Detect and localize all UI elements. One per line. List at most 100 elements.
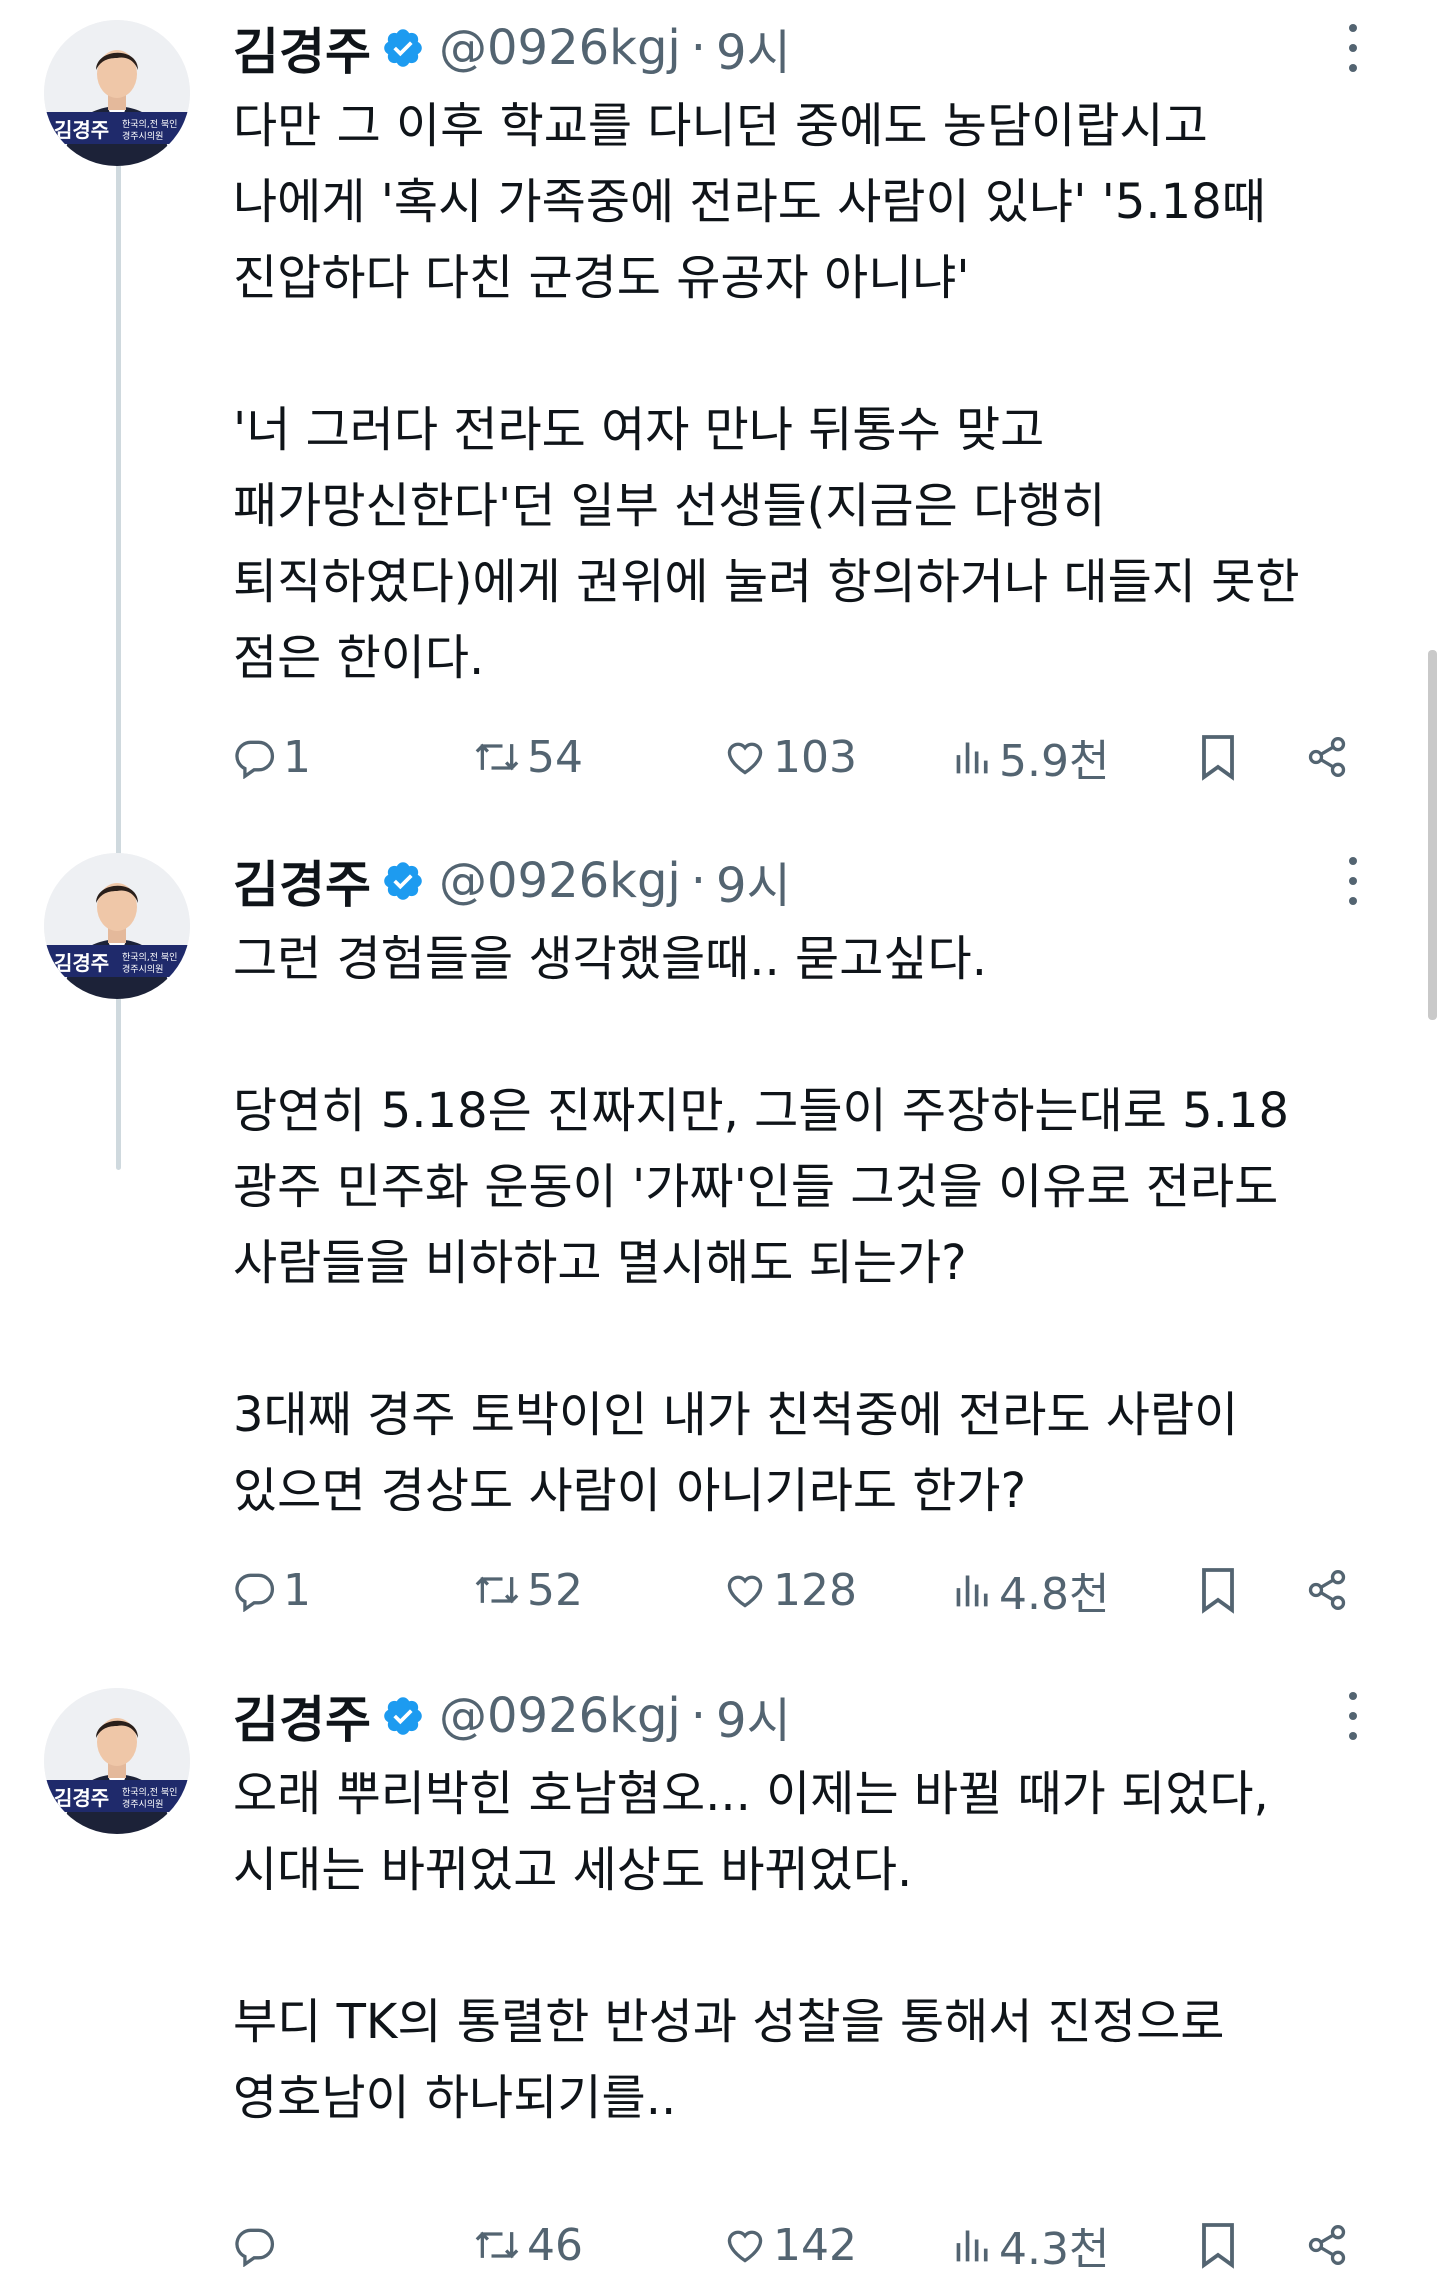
like-icon xyxy=(727,2230,763,2263)
avatar[interactable]: 김경주 한국의,전 북인 경주시의원 xyxy=(44,20,190,166)
tweet-text-line: 그런 경험들을 생각했을때.. 묻고싶다. xyxy=(233,931,987,987)
profile-photo xyxy=(44,1688,190,1834)
views-icon xyxy=(956,2230,988,2262)
likes-count: 142 xyxy=(773,2219,857,2271)
avatar-badge-name: 김경주 xyxy=(54,118,110,142)
share-button[interactable] xyxy=(1305,727,1349,787)
bookmark-button[interactable] xyxy=(1198,727,1238,787)
tweet-header: 김경주 @0926kgj · 9시 xyxy=(233,845,791,917)
views-button[interactable]: 4.3천 xyxy=(953,2215,1109,2275)
tweet-text-line: 영호남이 하나되기를.. xyxy=(233,2070,677,2126)
avatar-badge-sub: 경주시의원 xyxy=(122,132,164,142)
scrollbar[interactable] xyxy=(1428,650,1437,1020)
retweet-button[interactable]: 54 xyxy=(473,727,583,787)
profile-photo xyxy=(44,853,190,999)
replies-count: 1 xyxy=(283,1564,311,1616)
tweet-text-line: 당연히 5.18은 진짜지만, 그들이 주장하는대로 5.18 xyxy=(233,1083,1290,1139)
reply-button[interactable]: 1 xyxy=(233,1560,311,1620)
tweet-text-line: 점은 한이다. xyxy=(233,630,485,686)
views-icon xyxy=(956,1575,988,1607)
like-button[interactable]: 128 xyxy=(723,1560,857,1620)
avatar-badge-name: 김경주 xyxy=(54,951,110,975)
tweet-text: 다만 그 이후 학교를 다니던 중에도 농담이랍시고나에게 '혹시 가족중에 전… xyxy=(233,88,1393,696)
tweet-text: 그런 경험들을 생각했을때.. 묻고싶다. 당연히 5.18은 진짜지만, 그들이… xyxy=(233,921,1393,1529)
reply-icon xyxy=(235,740,275,779)
avatar[interactable]: 김경주 한국의,전 북인 경주시의원 xyxy=(44,853,190,999)
reply-icon xyxy=(235,2228,275,2267)
views-count: 4.3천 xyxy=(999,2224,1110,2275)
bookmark-icon xyxy=(1202,735,1234,781)
views-button[interactable]: 5.9천 xyxy=(953,727,1109,787)
retweet-button[interactable]: 46 xyxy=(473,2215,583,2275)
timestamp[interactable]: 9시 xyxy=(716,1681,791,1751)
tweet-text-line: 퇴직하였다)에게 권위에 눌려 항의하거나 대들지 못한 xyxy=(233,554,1300,610)
author-handle[interactable]: @0926kgj xyxy=(439,1688,681,1744)
timestamp[interactable]: 9시 xyxy=(716,846,791,916)
thread-connector-line xyxy=(116,160,121,1170)
retweet-icon xyxy=(475,743,519,771)
views-button[interactable]: 4.8천 xyxy=(953,1560,1109,1620)
separator-dot: · xyxy=(690,1688,707,1744)
views-count: 4.8천 xyxy=(999,1569,1110,1620)
separator-dot: · xyxy=(690,853,707,909)
like-button[interactable]: 103 xyxy=(723,727,857,787)
verified-badge-icon xyxy=(384,862,422,900)
author-handle[interactable]: @0926kgj xyxy=(439,853,681,909)
share-icon xyxy=(1308,1570,1346,1610)
tweet-actions: 1 52 128 4.8천 xyxy=(233,1560,1373,1620)
share-button[interactable] xyxy=(1305,2215,1349,2275)
likes-count: 103 xyxy=(773,731,857,783)
tweet-text-line: 나에게 '혹시 가족중에 전라도 사람이 있냐' '5.18때 xyxy=(233,174,1266,230)
verified-badge-icon xyxy=(384,29,422,67)
tweet-header: 김경주 @0926kgj · 9시 xyxy=(233,12,791,84)
share-icon xyxy=(1308,737,1346,777)
reply-button[interactable] xyxy=(233,2215,283,2275)
avatar-badge-sub: 경주시의원 xyxy=(122,1800,164,1810)
like-icon xyxy=(727,1575,763,1608)
tweet-text-line: 다만 그 이후 학교를 다니던 중에도 농담이랍시고 xyxy=(233,98,1208,154)
retweets-count: 52 xyxy=(527,1564,583,1616)
like-icon xyxy=(727,742,763,775)
author-name[interactable]: 김경주 xyxy=(233,845,371,917)
tweet-thread: 김경주 한국의,전 북인 경주시의원 김경주 @0926kgj · 9시 다만 그 … xyxy=(0,0,1439,2287)
bookmark-icon xyxy=(1202,2223,1234,2269)
retweet-icon xyxy=(475,1576,519,1604)
retweet-icon xyxy=(475,2231,519,2259)
bookmark-button[interactable] xyxy=(1198,1560,1238,1620)
tweet-actions: 1 54 103 5.9천 xyxy=(233,727,1373,787)
retweet-button[interactable]: 52 xyxy=(473,1560,583,1620)
more-options-icon[interactable] xyxy=(1338,20,1368,76)
tweet-text-line: 오래 뿌리박힌 호남혐오... 이제는 바뀔 때가 되었다, xyxy=(233,1766,1269,1822)
author-handle[interactable]: @0926kgj xyxy=(439,20,681,76)
avatar-badge-sub: 경주시의원 xyxy=(122,965,164,975)
bookmark-button[interactable] xyxy=(1198,2215,1238,2275)
tweet-text-line: 진압하다 다친 군경도 유공자 아니냐' xyxy=(233,250,970,306)
tweet-text-line: 3대째 경주 토박이인 내가 친척중에 전라도 사람이 xyxy=(233,1387,1239,1443)
tweet-text-line: 시대는 바뀌었고 세상도 바뀌었다. xyxy=(233,1842,913,1898)
views-icon xyxy=(956,742,988,774)
share-icon xyxy=(1308,2225,1346,2265)
tweet-text: 오래 뿌리박힌 호남혐오... 이제는 바뀔 때가 되었다, 시대는 바뀌었고 세… xyxy=(233,1756,1393,2136)
reply-button[interactable]: 1 xyxy=(233,727,311,787)
verified-badge-icon xyxy=(384,1697,422,1735)
retweets-count: 46 xyxy=(527,2219,583,2271)
tweet-text-line: 광주 민주화 운동이 '가짜'인들 그것을 이유로 전라도 xyxy=(233,1159,1279,1215)
author-name[interactable]: 김경주 xyxy=(233,1680,371,1752)
more-options-icon[interactable] xyxy=(1338,853,1368,909)
tweet-actions: 46 142 4.3천 xyxy=(233,2215,1373,2275)
like-button[interactable]: 142 xyxy=(723,2215,857,2275)
author-name[interactable]: 김경주 xyxy=(233,12,371,84)
retweets-count: 54 xyxy=(527,731,583,783)
tweet-text-line: 부디 TK의 통렬한 반성과 성찰을 통해서 진정으로 xyxy=(233,1994,1225,2050)
timestamp[interactable]: 9시 xyxy=(716,13,791,83)
share-button[interactable] xyxy=(1305,1560,1349,1620)
reply-icon xyxy=(235,1573,275,1612)
separator-dot: · xyxy=(690,20,707,76)
avatar[interactable]: 김경주 한국의,전 북인 경주시의원 xyxy=(44,1688,190,1834)
tweet-header: 김경주 @0926kgj · 9시 xyxy=(233,1680,791,1752)
more-options-icon[interactable] xyxy=(1338,1688,1368,1744)
